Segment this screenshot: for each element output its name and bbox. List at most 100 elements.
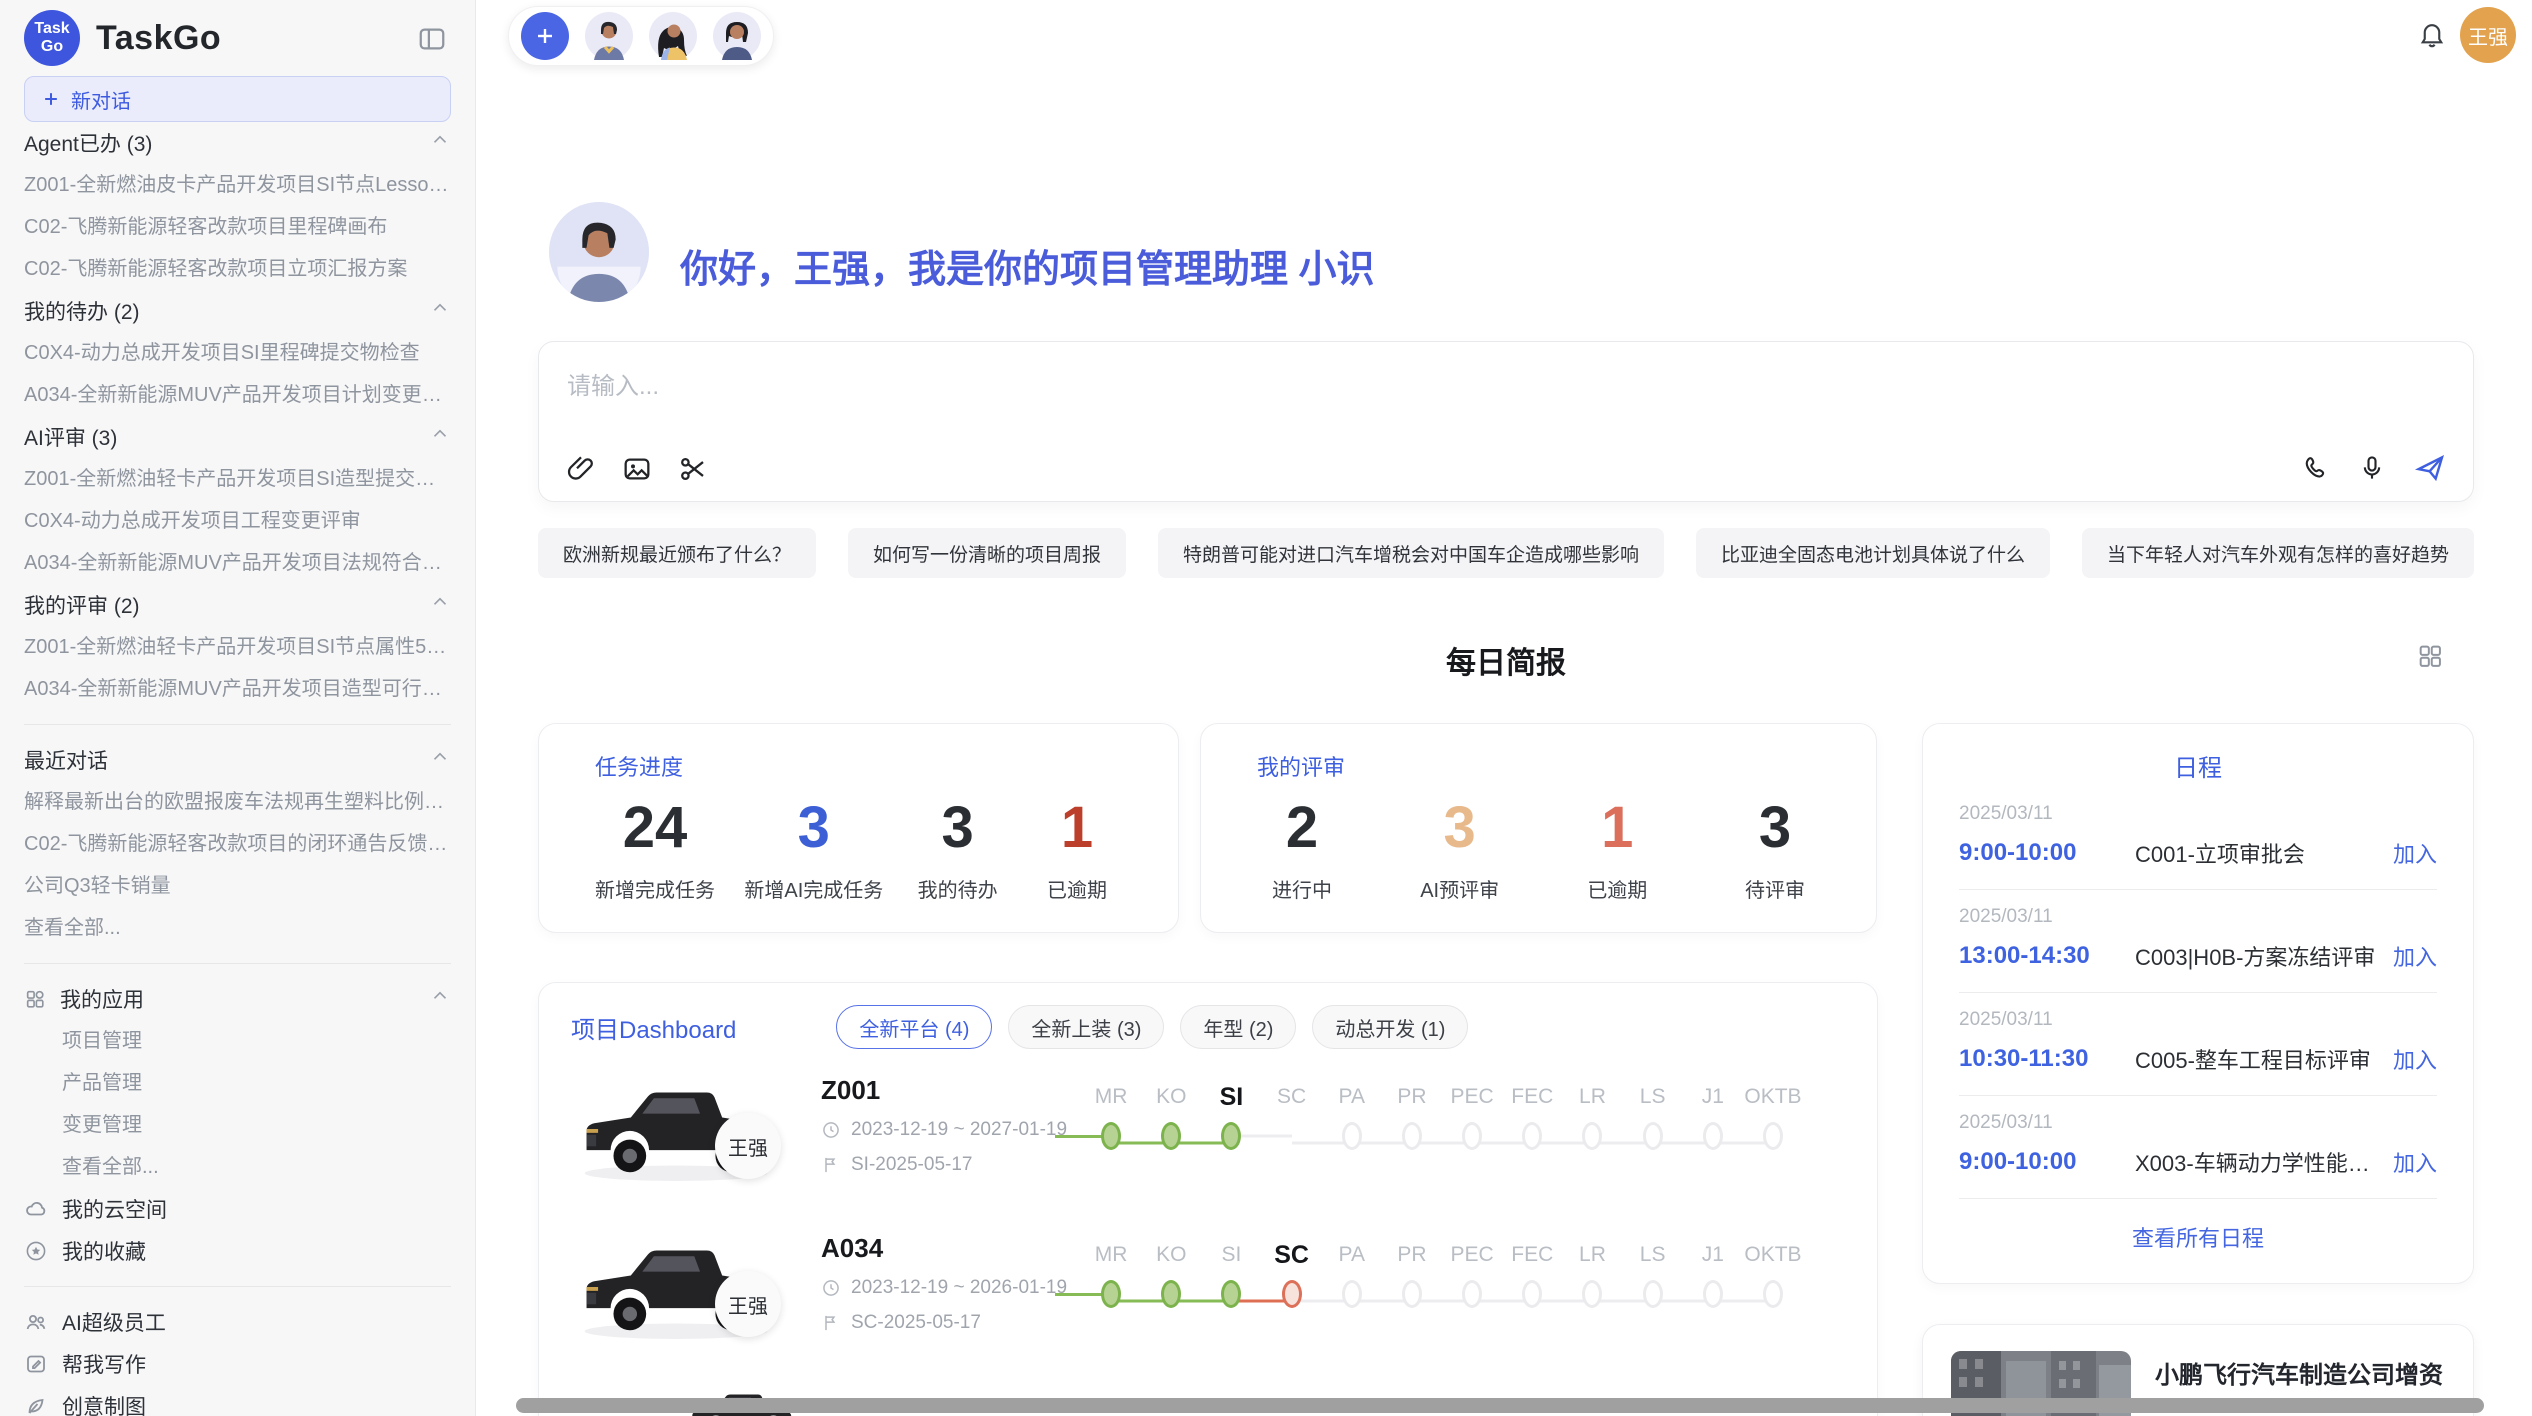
paperclip-icon[interactable]: [565, 453, 597, 485]
app-title: TaskGo: [96, 19, 221, 58]
chevron-up-icon[interactable]: [429, 985, 451, 1013]
milestone: SC: [1262, 1237, 1322, 1322]
recent-conversation-item[interactable]: 解释最新出台的欧盟报废车法规再生塑料比例被调至15%...: [24, 781, 451, 823]
write-icon: [24, 1352, 48, 1376]
milestone-node: [1282, 1280, 1302, 1308]
dashboard-filter-tab[interactable]: 全新平台 (4): [836, 1005, 992, 1049]
chat-input[interactable]: 请输入...: [567, 366, 1767, 401]
truck-photo: 王强: [575, 1067, 777, 1191]
milestone: LR: [1562, 1237, 1622, 1322]
sidebar-task-item[interactable]: C0X4-动力总成开发项目SI里程碑提交物检查: [24, 332, 451, 374]
suggestion-chip[interactable]: 特朗普可能对进口汽车增税会对中国车企造成哪些影响: [1158, 528, 1664, 578]
view-all-apps[interactable]: 查看全部...: [24, 1146, 451, 1188]
taskgo-logo: Task Go: [24, 10, 80, 66]
milestone-label: PR: [1382, 1237, 1442, 1273]
milestone-node: [1221, 1122, 1241, 1150]
join-link[interactable]: 加入: [2393, 1043, 2437, 1075]
new-session-button[interactable]: [521, 12, 569, 60]
suggestion-chip[interactable]: 欧洲新规最近颁布了什么？: [538, 528, 816, 578]
send-icon[interactable]: [2413, 451, 2447, 485]
chevron-up-icon[interactable]: [429, 591, 451, 619]
suggestion-chips: 欧洲新规最近颁布了什么？ 如何写一份清晰的项目周报特朗普可能对进口汽车增税会对中国…: [538, 528, 2474, 578]
sidebar-section-header[interactable]: AI评审 (3): [24, 416, 451, 458]
session-avatar[interactable]: [585, 12, 633, 60]
milestone: SI: [1201, 1079, 1261, 1164]
suggestion-chip[interactable]: 比亚迪全固态电池计划具体说了什么: [1696, 528, 2050, 578]
plus-icon: [41, 89, 61, 109]
milestone: LS: [1623, 1079, 1683, 1164]
milestone: PR: [1382, 1237, 1442, 1322]
sidebar-section-header[interactable]: 我的评审 (2): [24, 584, 451, 626]
sidebar-item-cloud-space[interactable]: 我的云空间: [24, 1188, 451, 1230]
dashboard-filter-tab[interactable]: 年型 (2): [1180, 1005, 1296, 1049]
sidebar-section-header[interactable]: 我的待办 (2): [24, 290, 451, 332]
join-link[interactable]: 加入: [2393, 837, 2437, 869]
project-row[interactable]: 王强 A034 2023-12-19 ~ 2026-01-19 SC-2025-…: [539, 1207, 1877, 1365]
sidebar-section-header[interactable]: Agent已办 (3): [24, 122, 451, 164]
milestone-label: LR: [1562, 1237, 1622, 1273]
app-item[interactable]: 变更管理: [24, 1104, 451, 1146]
recent-conversation-item[interactable]: 公司Q3轻卡销量: [24, 865, 451, 907]
join-link[interactable]: 加入: [2393, 940, 2437, 972]
section-items: Z001-全新燃油皮卡产品开发项目SI节点Lesson Learn报告C02-飞…: [24, 164, 451, 290]
sidebar-task-item[interactable]: Z001-全新燃油轻卡产品开发项目SI节点属性5D文件评审: [24, 626, 451, 668]
sidebar-item-drawing[interactable]: 创意制图: [24, 1385, 451, 1416]
dashboard-filter-tab[interactable]: 全新上装 (3): [1008, 1005, 1164, 1049]
sidebar-task-item[interactable]: Z001-全新燃油皮卡产品开发项目SI节点Lesson Learn报告: [24, 164, 451, 206]
suggestion-chip[interactable]: 如何写一份清晰的项目周报: [848, 528, 1126, 578]
chevron-up-icon[interactable]: [429, 129, 451, 157]
new-chat-button[interactable]: 新对话: [24, 76, 451, 122]
schedule-date: 2025/03/11: [1959, 906, 2437, 928]
stat: 3 我的待办: [913, 796, 1003, 903]
sidebar-task-item[interactable]: A034-全新新能源MUV产品开发项目造型可行性评审: [24, 668, 451, 710]
sidebar-item-writing[interactable]: 帮我写作: [24, 1343, 451, 1385]
project-row[interactable]: 王强 Z001 2023-12-19 ~ 2027-01-19 SI-2025-…: [539, 1049, 1877, 1207]
chevron-up-icon[interactable]: [429, 746, 451, 774]
recent-conversation-item[interactable]: C02-飞腾新能源轻客改款项目的闭环通告反馈情况: [24, 823, 451, 865]
sidebar-task-item[interactable]: C0X4-动力总成开发项目工程变更评审: [24, 500, 451, 542]
chevron-up-icon[interactable]: [429, 297, 451, 325]
horizontal-scrollbar[interactable]: [516, 1398, 2484, 1413]
chevron-up-icon[interactable]: [429, 423, 451, 451]
app-item[interactable]: 项目管理: [24, 1020, 451, 1062]
milestone: SI: [1201, 1237, 1261, 1322]
sidebar-item-ai-staff[interactable]: AI超级员工: [24, 1301, 451, 1343]
join-link[interactable]: 加入: [2393, 1146, 2437, 1178]
sidebar-task-item[interactable]: A034-全新新能源MUV产品开发项目法规符合性评审: [24, 542, 451, 584]
microphone-icon[interactable]: [2357, 453, 2387, 483]
dashboard-filter-tab[interactable]: 动总开发 (1): [1312, 1005, 1468, 1049]
milestone-label: LS: [1623, 1237, 1683, 1273]
sidebar-task-item[interactable]: A034-全新新能源MUV产品开发项目计划变更表编写: [24, 374, 451, 416]
view-all-schedule-link[interactable]: 查看所有日程: [1959, 1199, 2437, 1253]
view-all-conversations[interactable]: 查看全部...: [24, 907, 451, 949]
suggestion-chip[interactable]: 当下年轻人对汽车外观有怎样的喜好趋势: [2082, 528, 2474, 578]
notification-bell-icon[interactable]: [2416, 19, 2448, 51]
divider: [24, 724, 451, 725]
session-avatar[interactable]: [649, 12, 697, 60]
sidebar-item-label: 帮我写作: [62, 1349, 146, 1379]
milestone-label: SC: [1262, 1237, 1322, 1273]
user-avatar[interactable]: 王强: [2460, 7, 2516, 63]
layout-grid-icon[interactable]: [2416, 642, 2444, 673]
task-progress-stats: 24 新增完成任务 3 新增AI完成任务 3 我的待办 1 已逾期: [595, 796, 1122, 903]
milestone-label: PEC: [1442, 1079, 1502, 1115]
scissors-icon[interactable]: [677, 453, 709, 485]
milestone-label: SI: [1201, 1237, 1261, 1273]
collapse-sidebar-icon[interactable]: [417, 24, 447, 54]
sidebar-task-item[interactable]: C02-飞腾新能源轻客改款项目立项汇报方案: [24, 248, 451, 290]
recent-section-header[interactable]: 最近对话: [24, 739, 451, 781]
sidebar-item-favorites[interactable]: 我的收藏: [24, 1230, 451, 1272]
project-code: A034: [821, 1233, 1071, 1264]
phone-icon[interactable]: [2301, 453, 2331, 483]
image-icon[interactable]: [621, 453, 653, 485]
clock-icon: [821, 1278, 841, 1298]
app-item[interactable]: 产品管理: [24, 1062, 451, 1104]
session-avatar[interactable]: [713, 12, 761, 60]
sidebar-task-item[interactable]: Z001-全新燃油轻卡产品开发项目SI造型提交物评审: [24, 458, 451, 500]
sidebar-task-item[interactable]: C02-飞腾新能源轻客改款项目里程碑画布: [24, 206, 451, 248]
cloud-icon: [24, 1197, 48, 1221]
apps-section-header[interactable]: 我的应用: [24, 978, 451, 1020]
greeting-title: 你好，王强，我是你的项目管理助理 小识: [680, 238, 1375, 293]
schedule-row: 10:30-11:30 C005-整车工程目标评审 加入: [1959, 1043, 2437, 1075]
stat-label: 待评审: [1730, 874, 1820, 903]
